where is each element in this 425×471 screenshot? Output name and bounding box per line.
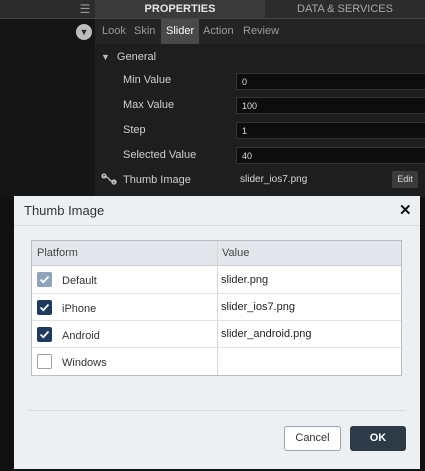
slider-icon	[101, 172, 117, 186]
dialog-divider	[14, 225, 420, 226]
dialog-footer-divider	[28, 410, 406, 411]
checkbox-windows[interactable]	[37, 354, 52, 369]
max-value-input[interactable]: 100	[236, 97, 425, 114]
tab-data-services[interactable]: DATA & SERVICES	[265, 0, 425, 18]
row-divider	[32, 320, 401, 321]
thumb-image-label: Thumb Image	[123, 174, 191, 186]
platform-value[interactable]: slider_android.png	[221, 328, 312, 340]
min-value-label: Min Value	[123, 74, 172, 86]
tab-properties[interactable]: PROPERTIES	[95, 0, 265, 18]
cancel-button[interactable]: Cancel	[284, 426, 341, 451]
menu-icon[interactable]: ☰	[76, 1, 94, 17]
platform-name: iPhone	[62, 303, 97, 315]
platform-value[interactable]: slider_ios7.png	[221, 301, 295, 313]
platform-name: Windows	[62, 357, 107, 369]
platform-name: Android	[62, 330, 100, 342]
chevron-down-icon: ▼	[101, 52, 110, 62]
subtab-action[interactable]: Action	[198, 19, 239, 44]
chevron-down-icon[interactable]: ▼	[76, 24, 92, 40]
section-general[interactable]: ▼ General	[101, 51, 156, 63]
checkbox-default[interactable]	[37, 272, 52, 287]
row-divider	[32, 347, 401, 348]
column-divider	[217, 241, 218, 375]
thumb-image-value: slider_ios7.png	[240, 174, 308, 185]
selected-value-label: Selected Value	[123, 149, 197, 161]
platform-value[interactable]: slider.png	[221, 274, 268, 286]
subtab-slider[interactable]: Slider	[161, 19, 200, 44]
step-label: Step	[123, 124, 146, 136]
subtab-skin[interactable]: Skin	[129, 19, 160, 44]
row-divider	[32, 293, 401, 294]
left-panel	[0, 19, 95, 197]
min-value-input[interactable]: 0	[236, 73, 425, 90]
ok-button[interactable]: OK	[350, 426, 406, 451]
close-icon[interactable]: ✕	[399, 201, 412, 219]
column-header-platform: Platform	[37, 247, 78, 259]
subtab-look[interactable]: Look	[97, 19, 131, 44]
checkbox-iphone[interactable]	[37, 300, 52, 315]
section-title: General	[116, 51, 157, 63]
platform-name: Default	[62, 275, 97, 287]
edit-button[interactable]: Edit	[392, 171, 418, 188]
subtab-review[interactable]: Review	[238, 19, 284, 44]
column-header-value: Value	[222, 247, 250, 259]
selected-value-input[interactable]: 40	[236, 147, 425, 164]
step-input[interactable]: 1	[236, 122, 425, 139]
dialog-title: Thumb Image	[24, 203, 105, 218]
checkbox-android[interactable]	[37, 327, 52, 342]
max-value-label: Max Value	[123, 99, 175, 111]
